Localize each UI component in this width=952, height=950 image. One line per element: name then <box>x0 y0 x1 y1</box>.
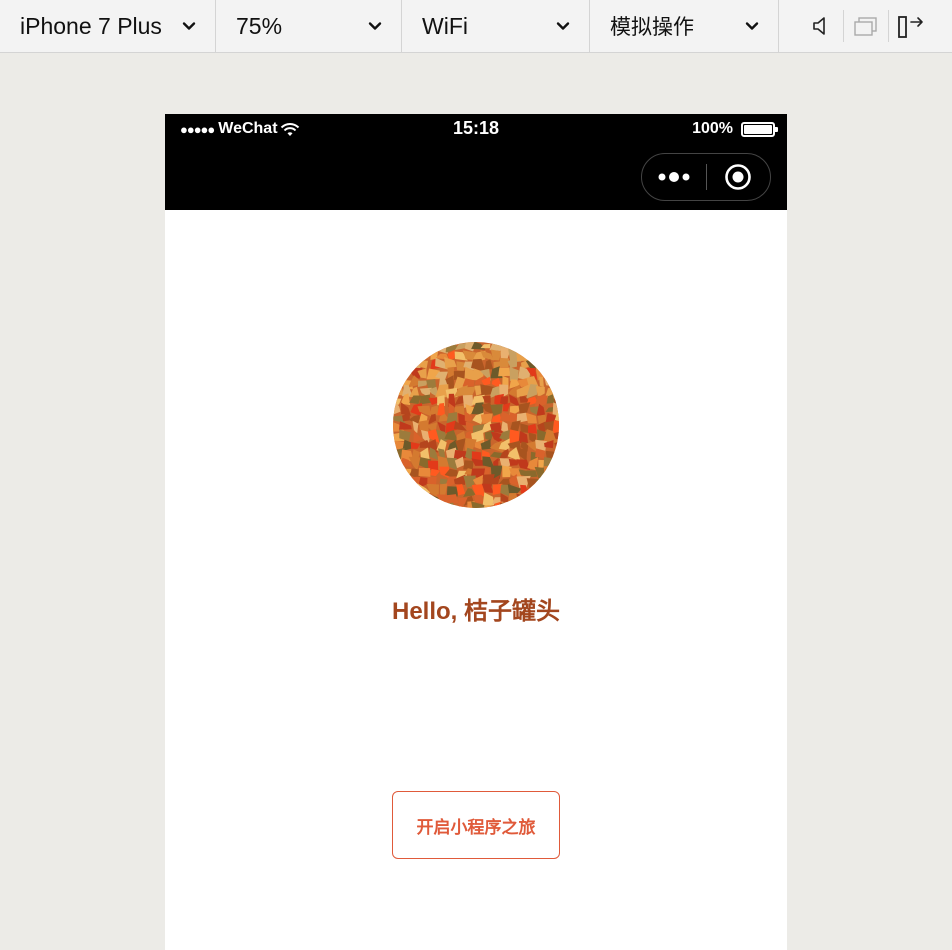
start-journey-button[interactable]: 开启小程序之旅 <box>392 791 560 859</box>
operation-select-label: 模拟操作 <box>610 15 694 39</box>
device-select[interactable]: iPhone 7 Plus <box>0 0 216 52</box>
user-avatar[interactable] <box>393 342 559 508</box>
phone-screen: ●●●●● WeChat 15:18 100% Hello, 桔子罐头 开启小程… <box>165 114 787 950</box>
more-dots-icon <box>658 172 690 182</box>
battery-icon <box>741 121 778 137</box>
operation-select[interactable]: 模拟操作 <box>590 0 779 52</box>
close-miniprogram-button[interactable] <box>707 154 771 200</box>
detach-window-icon[interactable] <box>895 10 927 42</box>
zoom-select-label: 75% <box>236 12 283 39</box>
network-select[interactable]: WiFi <box>402 0 590 52</box>
toolbar-divider <box>888 10 889 42</box>
status-bar: ●●●●● WeChat 15:18 100% <box>165 114 787 210</box>
zoom-select[interactable]: 75% <box>216 0 402 52</box>
status-right: 100% <box>692 120 778 138</box>
miniprogram-capsule <box>641 153 771 201</box>
network-select-label: WiFi <box>422 12 468 39</box>
chevron-down-icon <box>182 22 196 30</box>
greeting-text: Hello, 桔子罐头 <box>391 598 560 625</box>
toolbar-divider <box>843 10 844 42</box>
chevron-down-icon <box>368 22 382 30</box>
device-select-label: iPhone 7 Plus <box>20 12 162 39</box>
chevron-down-icon <box>556 22 570 30</box>
avatar-image <box>393 342 559 508</box>
simulator-toolbar: iPhone 7 Plus 75% WiFi 模拟操作 <box>0 0 952 53</box>
target-circle-icon <box>725 164 752 190</box>
chevron-down-icon <box>745 22 759 30</box>
battery-percent: 100% <box>692 120 733 137</box>
more-button[interactable] <box>642 154 706 200</box>
toolbar-icon-group <box>779 0 952 52</box>
volume-icon[interactable] <box>805 10 837 42</box>
screenshot-window-icon[interactable] <box>850 10 882 42</box>
